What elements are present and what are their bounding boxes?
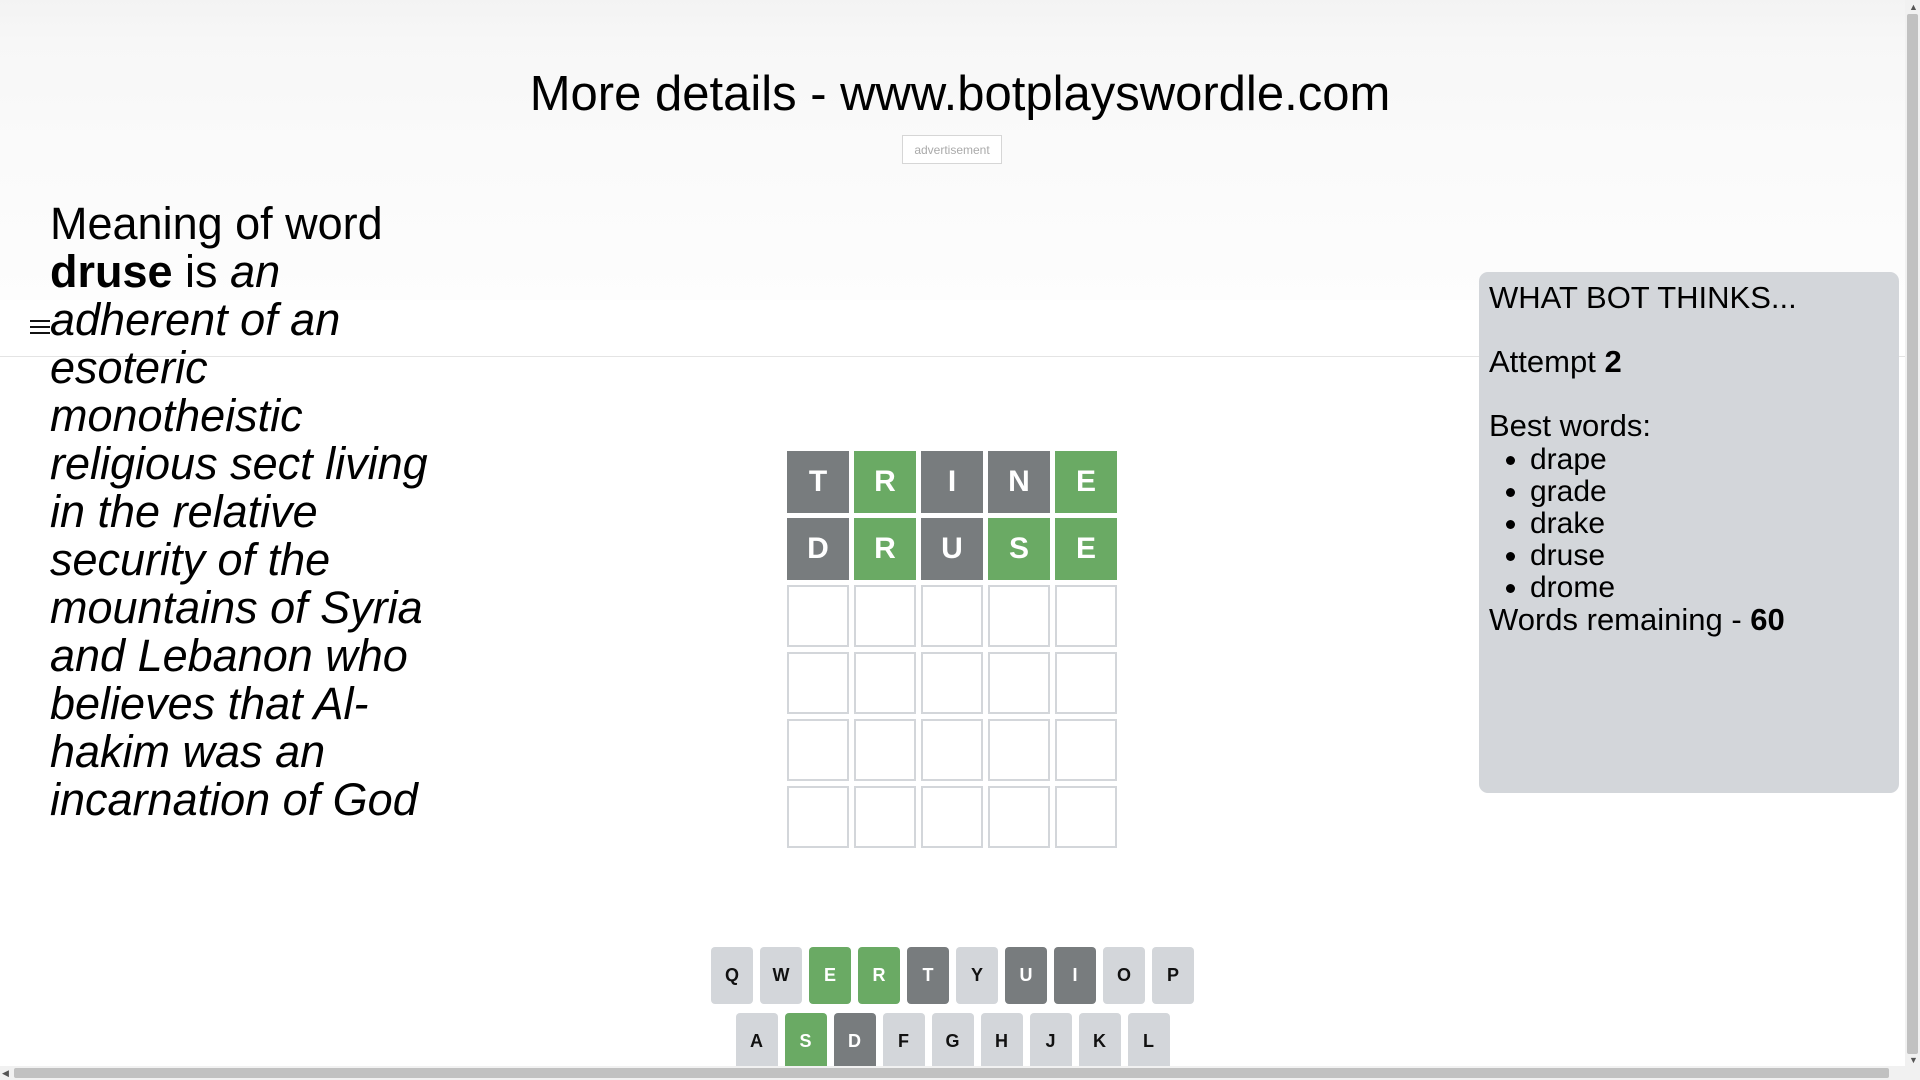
board-tile: N [988, 451, 1050, 513]
key-d[interactable]: D [833, 1013, 876, 1070]
best-word-item: drake [1530, 508, 1889, 540]
key-l[interactable]: L [1127, 1013, 1170, 1070]
page-title[interactable]: More details - www.botplayswordle.com [0, 66, 1920, 122]
words-remaining-label: Words remaining - [1489, 602, 1751, 637]
vertical-scrollbar[interactable]: ▲ ▼ [1905, 0, 1920, 1080]
board-tile: T [787, 451, 849, 513]
key-i[interactable]: I [1054, 947, 1096, 1004]
key-u[interactable]: U [1005, 947, 1047, 1004]
vertical-scrollbar-thumb[interactable] [1907, 14, 1918, 1054]
hamburger-menu-icon[interactable] [30, 320, 50, 334]
key-q[interactable]: Q [711, 947, 753, 1004]
horizontal-scrollbar-thumb[interactable] [14, 1068, 1889, 1078]
board-tile [1055, 786, 1117, 848]
key-y[interactable]: Y [956, 947, 998, 1004]
board-tile [1055, 719, 1117, 781]
board-tile: E [1055, 451, 1117, 513]
board-tile: R [854, 451, 916, 513]
definition-prefix: Meaning of word [50, 198, 383, 249]
attempt-value: 2 [1604, 344, 1622, 379]
key-w[interactable]: W [760, 947, 802, 1004]
key-g[interactable]: G [931, 1013, 974, 1070]
words-remaining-line: Words remaining - 60 [1489, 604, 1889, 636]
board-tile [787, 585, 849, 647]
advertisement-box[interactable]: advertisement [902, 135, 1002, 164]
board-tile [854, 719, 916, 781]
best-words-label: Best words: [1489, 408, 1651, 443]
key-t[interactable]: T [907, 947, 949, 1004]
best-words-list: drapegradedrakedrusedrome [1489, 444, 1889, 604]
board-tile [921, 585, 983, 647]
board-tile [1055, 652, 1117, 714]
key-a[interactable]: A [735, 1013, 778, 1070]
best-word-item: grade [1530, 476, 1889, 508]
board-tile [988, 786, 1050, 848]
bot-thinks-panel: WHAT BOT THINKS... Attempt 2 Best words:… [1479, 272, 1899, 793]
best-word-item: drome [1530, 572, 1889, 604]
scroll-up-arrow-icon[interactable]: ▲ [1909, 2, 1918, 12]
board-tile: U [921, 518, 983, 580]
board-tile [921, 719, 983, 781]
attempt-line: Attempt 2 [1489, 344, 1889, 380]
on-screen-keyboard: QWERTYUIOP ASDFGHJKL [0, 947, 1905, 1079]
key-r[interactable]: R [858, 947, 900, 1004]
key-e[interactable]: E [809, 947, 851, 1004]
keyboard-row: QWERTYUIOP [0, 947, 1905, 1004]
board-tile [921, 786, 983, 848]
game-board: TRINE DRUSE [787, 451, 1117, 848]
best-word-item: druse [1530, 540, 1889, 572]
scroll-down-arrow-icon[interactable]: ▼ [1909, 1055, 1918, 1065]
board-tile: S [988, 518, 1050, 580]
key-s[interactable]: S [784, 1013, 827, 1070]
board-tile: D [787, 518, 849, 580]
best-word-item: drape [1530, 444, 1889, 476]
scroll-left-arrow-icon[interactable]: ◀ [2, 1068, 9, 1078]
key-k[interactable]: K [1078, 1013, 1121, 1070]
word-definition: Meaning of word druse is an adherent of … [50, 200, 460, 824]
horizontal-scrollbar[interactable]: ◀ [0, 1066, 1905, 1080]
board-tile [854, 585, 916, 647]
key-h[interactable]: H [980, 1013, 1023, 1070]
key-o[interactable]: O [1103, 947, 1145, 1004]
board-tile [787, 719, 849, 781]
board-tile [787, 652, 849, 714]
board-tile [921, 652, 983, 714]
board-tile [1055, 585, 1117, 647]
board-tile [988, 719, 1050, 781]
board-tile [988, 652, 1050, 714]
key-j[interactable]: J [1029, 1013, 1072, 1070]
attempt-label: Attempt [1489, 344, 1605, 379]
board-tile [988, 585, 1050, 647]
board-tile: E [1055, 518, 1117, 580]
definition-is: is [172, 246, 231, 297]
board-tile [854, 652, 916, 714]
definition-word: druse [50, 246, 173, 297]
board-tile [854, 786, 916, 848]
bot-panel-title: WHAT BOT THINKS... [1489, 280, 1797, 315]
key-p[interactable]: P [1152, 947, 1194, 1004]
words-remaining-value: 60 [1750, 602, 1785, 637]
definition-meaning: an adherent of an esoteric monotheistic … [50, 246, 428, 825]
board-tile: R [854, 518, 916, 580]
board-tile [787, 786, 849, 848]
board-tile: I [921, 451, 983, 513]
key-f[interactable]: F [882, 1013, 925, 1070]
keyboard-row: ASDFGHJKL [0, 1013, 1905, 1070]
